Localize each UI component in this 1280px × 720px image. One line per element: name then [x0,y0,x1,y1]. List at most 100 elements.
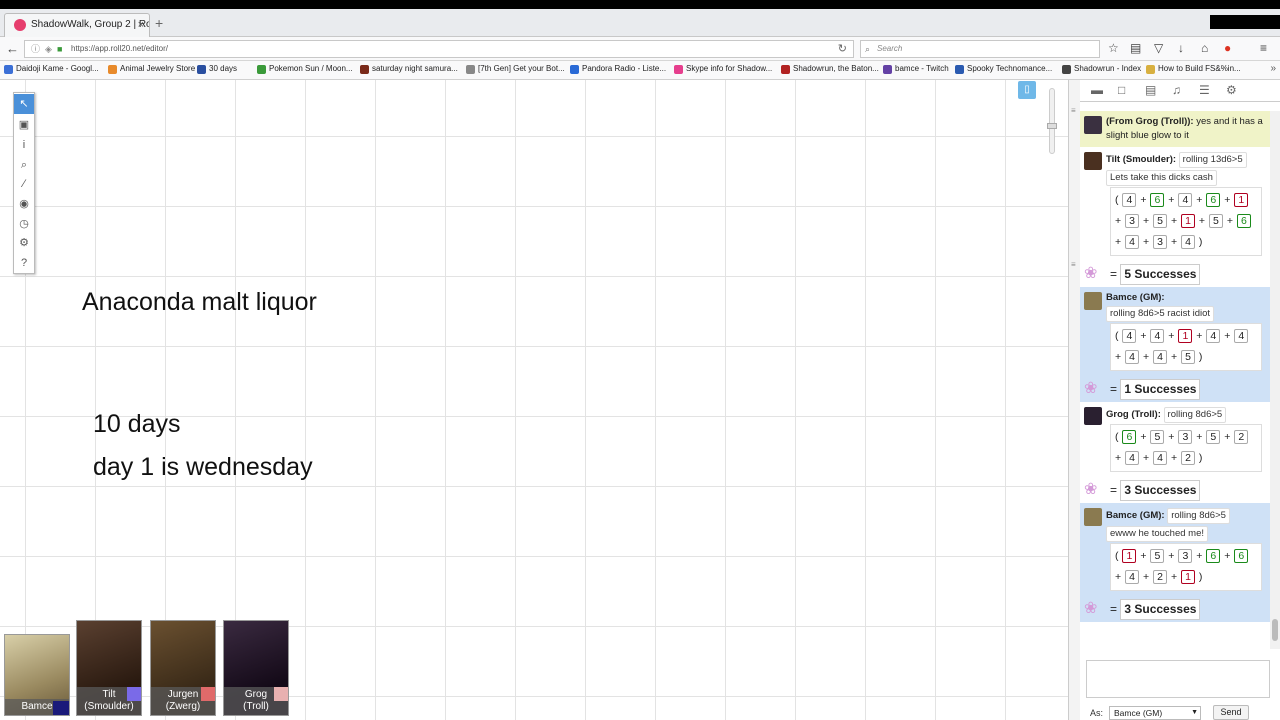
player-avatar[interactable]: Jurgen (Zwerg) [150,620,216,716]
fog-icon[interactable]: ◉ [14,194,34,214]
die-result: 4 [1125,451,1140,465]
page-toolbar-icon[interactable]: ▯ [1018,81,1036,99]
bookmark-item[interactable]: saturday night samura... [360,64,458,74]
settings-tab-icon[interactable]: ⚙ [1226,83,1237,97]
bookmark-item[interactable]: Pandora Radio - Liste... [570,64,666,74]
browser-tab[interactable]: ShadowWalk, Group 2 | Rol... × [4,13,150,37]
new-tab-button[interactable]: + [155,15,163,31]
bookmark-item[interactable]: bamce - Twitch [883,64,949,74]
reload-icon[interactable]: ↻ [838,41,847,57]
roll-note: Lets take this dicks cash [1106,170,1217,186]
zoom-handle[interactable] [1047,123,1057,129]
bookmark-item[interactable]: 30 days [197,64,237,74]
info-tool-icon[interactable]: i [14,135,34,155]
chat-tab-icon[interactable]: ▬ [1091,83,1103,97]
success-count: 3 Successes [1120,480,1201,501]
speaking-as-select[interactable]: Bamce (GM) ▼ [1109,706,1201,720]
bookmark-label: [7th Gen] Get your Bot... [478,64,565,73]
die-result: 2 [1234,430,1249,444]
die-result: 5 [1181,350,1195,364]
turn-tracker-icon[interactable]: ◷ [14,214,34,234]
message-sender: Tilt (Smoulder): [1106,154,1177,165]
art-tab-icon[interactable]: □ [1118,83,1125,97]
back-icon[interactable]: ← [6,41,19,56]
canvas-text[interactable]: day 1 is wednesday [93,453,313,482]
macros-tab-icon[interactable]: ☰ [1199,83,1210,97]
bookmark-item[interactable]: [7th Gen] Get your Bot... [466,64,565,74]
help-icon[interactable]: ? [14,253,34,273]
canvas-text[interactable]: 10 days [93,410,181,439]
bookmark-item[interactable]: Shadowrun, the Baton... [781,64,879,74]
bookmark-favicon-icon [1062,65,1071,74]
select-icon[interactable]: ↖ [14,94,34,114]
die-result: 5 [1150,549,1165,563]
bookmark-item[interactable]: Animal Jewelry Store ... [108,64,204,74]
chat-scrollbar[interactable] [1270,111,1280,649]
avatar [1084,292,1102,310]
tab-title: ShadowWalk, Group 2 | Rol... [31,19,150,30]
close-tab-icon[interactable]: × [138,14,144,36]
bookmark-label: Pokemon Sun / Moon... [269,64,353,73]
download-icon[interactable]: ↓ [1178,41,1184,55]
canvas-text[interactable]: Anaconda malt liquor [82,288,317,317]
equals-sign: = [1110,602,1118,616]
player-avatar[interactable]: Grog (Troll) [223,620,289,716]
die-result: 4 [1181,235,1195,249]
bookmark-item[interactable]: Shadowrun - Index [1062,64,1141,74]
die-result: 4 [1150,329,1165,343]
die-result: 6 [1150,193,1165,207]
bookmark-favicon-icon [781,65,790,74]
search-input[interactable]: ⌕ Search [860,40,1100,58]
bookmark-label: How to Build FS&%in... [1158,64,1241,73]
chat-scroll-thumb[interactable] [1272,619,1278,641]
die-result: 4 [1125,235,1140,249]
bookmark-item[interactable]: Spooky Technomance... [955,64,1053,74]
player-color-swatch[interactable] [127,687,141,701]
bookmark-label: Spooky Technomance... [967,64,1053,73]
journal-tab-icon[interactable]: ▤ [1145,83,1156,97]
tool-palette: ↖ ▣ i ⌕ ∕ ◉ ◷ ⚙ ? [13,92,35,274]
url-field[interactable]: ⓘ ◈ ■ https://app.roll20.net/editor/ ↻ [24,40,854,58]
bookmark-label: Daidoji Kame - Googl... [16,64,99,73]
bookmark-item[interactable]: Daidoji Kame - Googl... [4,64,99,74]
chat-input[interactable] [1086,660,1270,698]
player-color-swatch[interactable] [274,687,288,701]
zoom-slider[interactable] [1047,88,1057,154]
player-avatar[interactable]: Tilt (Smoulder) [76,620,142,716]
more-bookmarks-icon[interactable]: » [1270,63,1276,74]
bookmark-star-icon[interactable]: ☆ [1108,41,1119,55]
window-controls [1210,15,1280,29]
adblock-icon[interactable]: ● [1224,41,1231,55]
shapes-icon[interactable]: ▣ [14,115,34,135]
die-result: 1 [1181,214,1195,228]
url-text: https://app.roll20.net/editor/ [71,44,168,53]
home-icon[interactable]: ⌂ [1201,41,1208,55]
chat-message: Bamce (GM): rolling 8d6>5 racist idiot( … [1080,287,1270,375]
avatar [1084,152,1102,170]
bookmark-item[interactable]: How to Build FS&%in... [1146,64,1241,74]
equals-sign: = [1110,267,1118,281]
pocket-icon[interactable]: ▽ [1154,41,1163,55]
die-result: 6 [1122,430,1137,444]
die-result: 5 [1150,430,1165,444]
bookmark-item[interactable]: Pokemon Sun / Moon... [257,64,353,74]
jukebox-tab-icon[interactable]: ♫ [1172,83,1181,97]
die-result: 3 [1178,549,1193,563]
player-color-swatch[interactable] [201,687,215,701]
send-button[interactable]: Send [1213,705,1249,720]
dice-icon[interactable]: ⚙ [14,233,34,253]
info-icon[interactable]: ⓘ [31,41,40,57]
equals-sign: = [1110,483,1118,497]
player-color-swatch[interactable] [53,701,69,715]
dice-formula: ( 4 + 4 + 1 + 4 + 4 + 4 + 4 + 5 ) [1110,323,1262,371]
bookmark-item[interactable]: Skype info for Shadow... [674,64,773,74]
bookmark-label: Skype info for Shadow... [686,64,773,73]
sidebar-resize-handle[interactable]: ≡ ≡ [1068,80,1080,720]
reading-list-icon[interactable]: ▤ [1130,41,1141,55]
ruler-icon[interactable]: ∕ [14,174,34,194]
die-result: 1 [1234,193,1249,207]
equals-sign: = [1110,382,1118,396]
player-avatar[interactable]: Bamce [4,634,70,716]
zoom-icon[interactable]: ⌕ [14,155,34,175]
menu-icon[interactable]: ≡ [1260,41,1267,55]
